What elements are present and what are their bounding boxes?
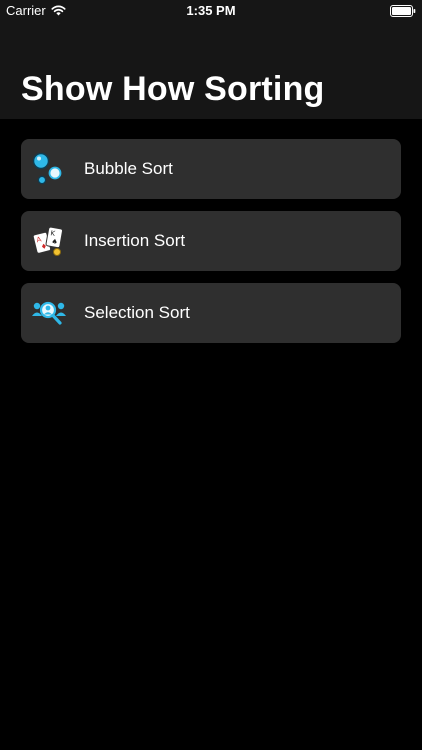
list-item-selection-sort[interactable]: Selection Sort: [21, 283, 401, 343]
list-item-label: Selection Sort: [84, 303, 190, 322]
list-item-label: Bubble Sort: [84, 159, 173, 178]
list-item-insertion-sort[interactable]: A ♦ K ♠ Insertion Sort: [21, 211, 401, 271]
sort-algorithm-list: Bubble Sort A ♦ K ♠ Insertion Sort Selec…: [21, 139, 401, 355]
people-magnifier-icon: [32, 301, 66, 325]
navigation-header: Carrier 1:35 PM Show How Sorting: [0, 0, 422, 119]
list-item-bubble-sort[interactable]: Bubble Sort: [21, 139, 401, 199]
page-title: Show How Sorting: [21, 70, 325, 108]
battery-icon: [390, 5, 416, 17]
playing-cards-icon: A ♦ K ♠: [32, 226, 64, 256]
status-bar: Carrier 1:35 PM: [0, 0, 422, 22]
bubbles-icon: [32, 152, 62, 185]
clock: 1:35 PM: [186, 3, 236, 18]
list-item-label: Insertion Sort: [84, 231, 186, 250]
